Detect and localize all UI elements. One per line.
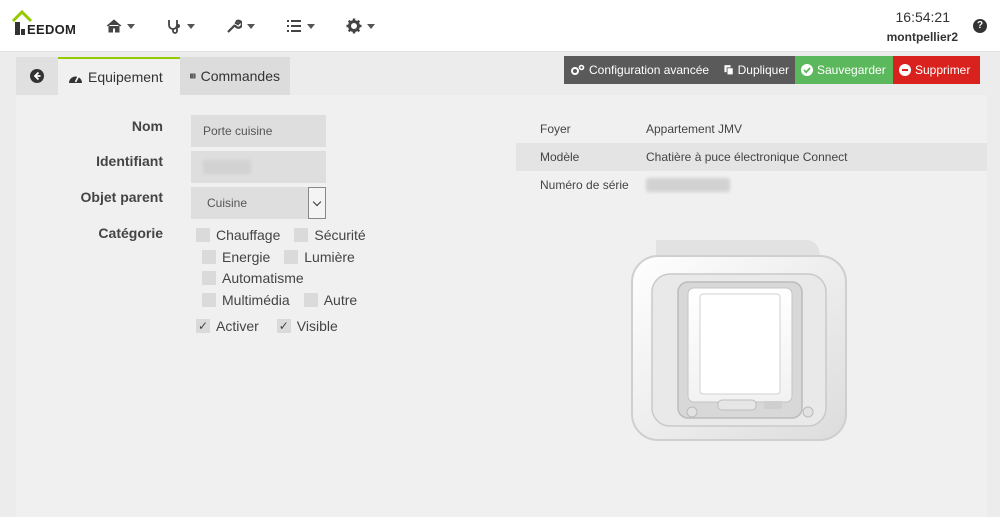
caret-down-icon	[307, 23, 315, 29]
name-label: Nom	[131, 118, 163, 134]
checkbox[interactable]	[284, 250, 299, 264]
chevron-down-icon	[308, 187, 326, 219]
username[interactable]: montpellier2	[887, 30, 958, 44]
info-model-key: Modèle	[540, 150, 580, 164]
tab-commandes[interactable]: Commandes	[180, 57, 290, 95]
caret-down-icon	[247, 23, 255, 29]
list-alt-icon	[190, 73, 196, 79]
name-field-value: Porte cuisine	[203, 124, 273, 138]
info-row-model: Modèle Chatière à puce électronique Conn…	[516, 143, 987, 171]
checkbox[interactable]	[196, 228, 210, 242]
gear-icon	[346, 18, 362, 34]
checkmark-icon[interactable]: ✓	[276, 319, 291, 333]
category-heating[interactable]: Chauffage	[196, 227, 280, 243]
checkbox[interactable]	[202, 271, 216, 285]
duplicate-label: Dupliquer	[737, 63, 789, 77]
category-row-2: Energie Lumière	[202, 249, 355, 265]
copy-icon	[724, 65, 734, 76]
nav-scenarios-menu[interactable]	[286, 16, 315, 36]
back-button[interactable]	[16, 57, 58, 95]
logo-text: EEDOM	[27, 22, 77, 37]
caret-down-icon	[187, 23, 195, 29]
caret-down-icon	[127, 23, 135, 29]
category-automation[interactable]: Automatisme	[202, 270, 304, 286]
checkbox[interactable]	[202, 250, 216, 264]
checkmark-icon[interactable]: ✓	[196, 319, 210, 333]
category-row-3: Automatisme	[202, 270, 304, 286]
save-label: Sauvegarder	[817, 63, 886, 77]
info-home-key: Foyer	[540, 122, 571, 136]
wrench-icon	[227, 19, 242, 33]
nav-home-menu[interactable]	[106, 16, 135, 36]
identifier-field[interactable]	[191, 151, 326, 183]
tab-equipement-label: Equipement	[88, 69, 163, 85]
tab-equipement[interactable]: Equipement	[58, 57, 180, 95]
parent-object-value: Cuisine	[207, 196, 248, 210]
arrow-left-circle-icon	[30, 69, 44, 83]
check-circle-icon	[801, 64, 813, 76]
delete-button[interactable]: Supprimer	[893, 56, 980, 84]
category-row-4: Multimédia Autre	[202, 292, 357, 308]
dashboard-icon	[69, 75, 82, 83]
tab-bar: Equipement Commandes Configuration avanc…	[16, 55, 987, 95]
redacted-serial	[646, 178, 730, 192]
checkbox[interactable]	[303, 293, 318, 307]
caret-down-icon	[367, 23, 375, 29]
enable-toggle[interactable]: ✓ Activer	[196, 318, 259, 334]
redacted-identifier	[203, 160, 251, 174]
info-model-value: Chatière à puce électronique Connect	[646, 150, 848, 164]
cogs-icon	[571, 64, 585, 75]
save-button[interactable]: Sauvegarder	[795, 56, 893, 84]
name-field[interactable]: Porte cuisine	[191, 115, 326, 147]
list-icon	[287, 20, 301, 32]
help-icon[interactable]: ?	[973, 19, 987, 33]
top-navbar: EEDOM 16:54:21 montpellier2 ?	[0, 0, 1000, 52]
jeedom-logo[interactable]: EEDOM	[11, 9, 77, 39]
delete-label: Supprimer	[915, 63, 971, 77]
advanced-config-button[interactable]: Configuration avancée	[564, 56, 718, 84]
cat-flap-product-image	[628, 232, 847, 450]
nav-tools-menu[interactable]	[226, 16, 255, 36]
tab-commandes-label: Commandes	[200, 68, 280, 84]
category-row-1: Chauffage Sécurité	[196, 227, 366, 243]
duplicate-button[interactable]: Dupliquer	[718, 56, 795, 84]
nav-settings-menu[interactable]	[346, 16, 375, 36]
minus-circle-icon	[899, 64, 911, 76]
identifier-label: Identifiant	[96, 153, 163, 169]
advanced-config-label: Configuration avancée	[589, 63, 710, 77]
home-icon	[106, 19, 122, 33]
parent-object-select[interactable]: Cuisine	[191, 187, 326, 219]
equipment-panel: Equipement Commandes Configuration avanc…	[16, 55, 987, 517]
category-light[interactable]: Lumière	[284, 249, 355, 265]
visible-toggle[interactable]: ✓ Visible	[276, 318, 338, 334]
info-serial-key: Numéro de série	[540, 178, 629, 192]
info-home-value: Appartement JMV	[646, 122, 743, 136]
info-row-serial: Numéro de série	[516, 171, 987, 199]
clock: 16:54:21	[895, 9, 951, 25]
checkbox[interactable]	[202, 293, 216, 307]
info-row-home: Foyer Appartement JMV	[516, 115, 987, 143]
checkbox[interactable]	[294, 228, 309, 242]
parent-object-label: Objet parent	[80, 189, 163, 205]
category-multimedia[interactable]: Multimédia	[202, 292, 290, 308]
category-energy[interactable]: Energie	[202, 249, 270, 265]
category-label: Catégorie	[98, 225, 163, 241]
status-row: ✓ Activer ✓ Visible	[196, 318, 338, 334]
nav-health-menu[interactable]	[166, 16, 195, 36]
category-security[interactable]: Sécurité	[294, 227, 366, 243]
category-other[interactable]: Autre	[303, 292, 357, 308]
stethoscope-icon	[168, 20, 180, 34]
